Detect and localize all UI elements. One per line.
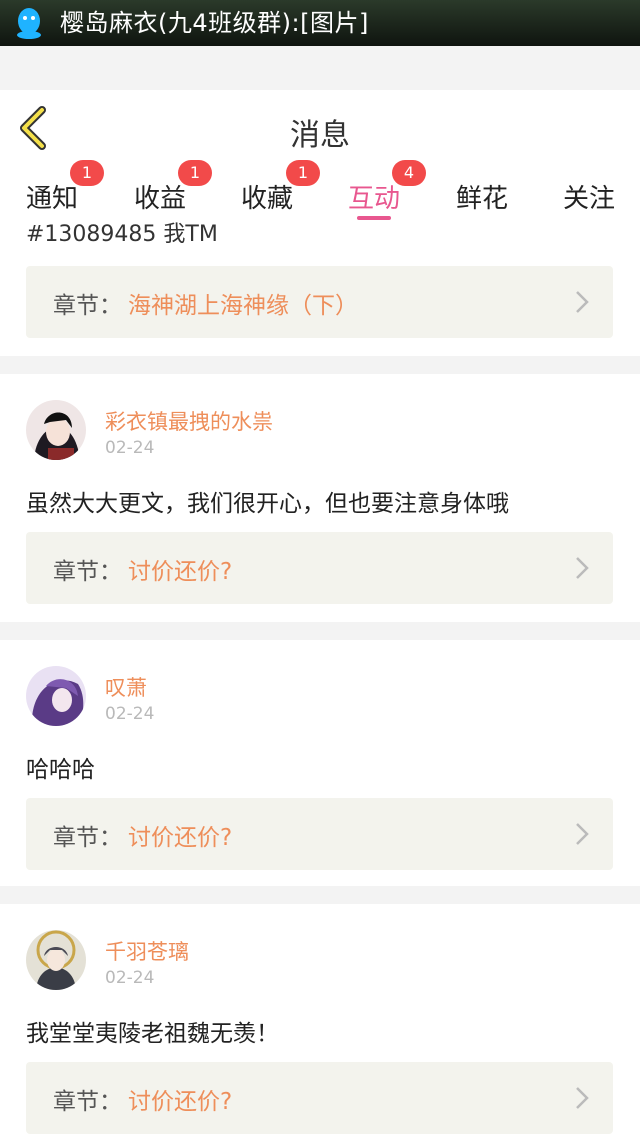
list-item: 叹萧 02-24 哈哈哈 章节： 讨价还价? [0,640,640,886]
list-item: 彩衣镇最拽的水祟 02-24 虽然大大更文，我们很开心，但也要注意身体哦 章节：… [0,374,640,622]
avatar[interactable] [26,930,86,990]
list-item: 千羽苍璃 02-24 我堂堂夷陵老祖魏无羡！ 章节： 讨价还价? [0,904,640,1138]
username[interactable]: 彩衣镇最拽的水祟 [105,406,273,436]
chevron-right-icon [576,1087,589,1109]
chevron-right-icon [576,557,589,579]
chapter-link[interactable]: 章节： 讨价还价? [26,532,613,604]
chapter-label: 章节： [53,1089,122,1115]
chapter-label: 章节： [53,293,122,319]
comment-text: 我堂堂夷陵老祖魏无羡！ [26,1021,279,1047]
chapter-label: 章节： [53,825,122,851]
username[interactable]: 千羽苍璃 [105,936,189,966]
tab-badge: 1 [178,160,212,186]
status-bar: 樱岛麻衣(九4班级群):[图片] [0,0,640,46]
tab-earnings[interactable]: 收益 [134,178,186,215]
page-title: 消息 [290,118,350,153]
notification-title: 樱岛麻衣(九4班级群):[图片] [60,9,369,37]
avatar[interactable] [26,666,86,726]
chapter-label: 章节： [53,559,122,585]
date: 02-24 [105,438,155,458]
tab-notifications[interactable]: 通知 [26,178,78,215]
chapter-link[interactable]: 章节： 讨价还价? [26,1062,613,1134]
tab-following[interactable]: 关注 [563,178,615,215]
username[interactable]: 叹萧 [105,672,147,702]
app-header: 消息 [0,90,640,167]
comment-text: 哈哈哈 [26,757,95,783]
avatar[interactable] [26,400,86,460]
message-list: #13089485 我TM 章节： 海神湖上海神缘（下） 彩衣镇最拽的水祟 02… [0,220,640,1138]
comment-text: 虽然大大更文，我们很开心，但也要注意身体哦 [26,491,509,517]
tab-favorites[interactable]: 收藏 [241,178,293,215]
list-item: #13089485 我TM 章节： 海神湖上海神缘（下） [0,220,640,356]
chapter-name: 讨价还价? [128,1089,233,1115]
date: 02-24 [105,968,155,988]
comment-text: #13089485 我TM [26,222,218,247]
tab-badge: 1 [70,160,104,186]
chapter-link[interactable]: 章节： 海神湖上海神缘（下） [26,266,613,338]
chapter-name: 讨价还价? [128,825,233,851]
tab-flowers[interactable]: 鲜花 [456,178,508,215]
chapter-name: 讨价还价? [128,559,233,585]
tab-interactions[interactable]: 互动 [348,178,400,215]
chevron-right-icon [576,823,589,845]
tab-badge: 1 [286,160,320,186]
chapter-link[interactable]: 章节： 讨价还价? [26,798,613,870]
chevron-right-icon [576,291,589,313]
chapter-name: 海神湖上海神缘（下） [128,293,358,319]
qq-icon [17,8,41,39]
tab-badge: 4 [392,160,426,186]
date: 02-24 [105,704,155,724]
